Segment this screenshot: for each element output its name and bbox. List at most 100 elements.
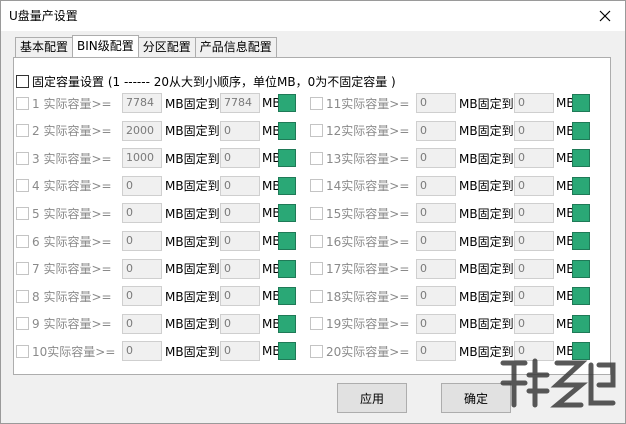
row-checkbox[interactable]	[310, 234, 323, 248]
actual-capacity-input[interactable]: 0	[122, 341, 162, 362]
row-checkbox[interactable]	[16, 124, 29, 138]
fixed-capacity-input[interactable]: 0	[220, 231, 260, 251]
unit-label: MB	[556, 96, 575, 110]
color-swatch[interactable]	[572, 121, 590, 140]
row-checkbox[interactable]	[16, 344, 29, 358]
color-swatch[interactable]	[278, 94, 296, 112]
row-checkbox[interactable]	[16, 262, 29, 276]
fixed-capacity-checkbox[interactable]	[16, 75, 29, 88]
row-checkbox[interactable]	[310, 289, 323, 303]
fixed-capacity-input[interactable]: 0	[220, 120, 260, 141]
row-checkbox[interactable]	[310, 151, 323, 165]
row-checkbox[interactable]	[310, 344, 323, 358]
fixed-capacity-input[interactable]: 0	[514, 148, 554, 169]
capacity-row: 13实际容量>= 0 MB固定到 0 MB	[310, 147, 590, 169]
tab-basic[interactable]: 基本配置	[15, 37, 74, 57]
fixed-capacity-input[interactable]: 0	[220, 203, 260, 224]
color-swatch[interactable]	[278, 232, 296, 250]
fixed-capacity-input[interactable]: 0	[514, 203, 554, 224]
row-checkbox[interactable]	[310, 262, 323, 276]
row-checkbox[interactable]	[16, 151, 29, 165]
actual-capacity-input[interactable]: 0	[416, 203, 456, 224]
unit-label: MB	[262, 289, 281, 304]
fixed-capacity-input[interactable]: 0	[514, 175, 554, 196]
actual-capacity-input[interactable]: 0	[416, 148, 456, 169]
row-checkbox[interactable]	[310, 124, 323, 138]
tab-product-info[interactable]: 产品信息配置	[194, 37, 277, 57]
fixed-capacity-input[interactable]: 0	[220, 341, 260, 362]
color-swatch[interactable]	[278, 314, 296, 333]
tab-bin[interactable]: BIN级配置	[72, 35, 139, 57]
fixed-capacity-input[interactable]: 0	[514, 286, 554, 307]
capacity-row: 10实际容量>= 0 MB固定到 0 MB	[16, 340, 296, 362]
color-swatch[interactable]	[572, 259, 590, 278]
fixed-capacity-input[interactable]: 0	[514, 313, 554, 334]
actual-capacity-input[interactable]: 7784	[122, 93, 162, 113]
fixed-capacity-input[interactable]: 0	[514, 258, 554, 279]
unit-label: MB	[262, 96, 281, 110]
color-swatch[interactable]	[278, 259, 296, 278]
color-swatch[interactable]	[572, 314, 590, 333]
color-swatch[interactable]	[572, 149, 590, 168]
row-checkbox[interactable]	[310, 96, 323, 110]
row-checkbox[interactable]	[16, 96, 29, 110]
color-swatch[interactable]	[572, 176, 590, 195]
actual-capacity-input[interactable]: 0	[416, 93, 456, 113]
row-label: 4 实际容量>=	[32, 179, 112, 194]
fixed-to-label: MB固定到	[459, 262, 514, 277]
row-label: 6 实际容量>=	[32, 234, 112, 249]
actual-capacity-input[interactable]: 0	[416, 286, 456, 307]
color-swatch[interactable]	[278, 287, 296, 306]
row-checkbox[interactable]	[310, 317, 323, 331]
color-swatch[interactable]	[278, 204, 296, 223]
row-checkbox[interactable]	[16, 206, 29, 220]
actual-capacity-input[interactable]: 0	[416, 341, 456, 362]
fixed-to-label: MB固定到	[459, 234, 514, 249]
actual-capacity-input[interactable]: 0	[416, 120, 456, 141]
fixed-capacity-input[interactable]: 0	[514, 93, 554, 113]
color-swatch[interactable]	[572, 94, 590, 112]
row-checkbox[interactable]	[16, 317, 29, 331]
capacity-row: 9 实际容量>= 0 MB固定到 0 MB	[16, 313, 296, 335]
tab-partition[interactable]: 分区配置	[137, 37, 196, 57]
row-checkbox[interactable]	[310, 179, 323, 193]
title-bar: U盘量产设置	[1, 1, 625, 31]
fixed-capacity-input[interactable]: 0	[220, 286, 260, 307]
row-checkbox[interactable]	[16, 289, 29, 303]
color-swatch[interactable]	[572, 232, 590, 250]
actual-capacity-input[interactable]: 0	[122, 286, 162, 307]
actual-capacity-input[interactable]: 0	[416, 231, 456, 251]
fixed-capacity-input[interactable]: 0	[514, 120, 554, 141]
row-checkbox[interactable]	[16, 234, 29, 248]
color-swatch[interactable]	[572, 204, 590, 223]
row-label: 17实际容量>=	[326, 262, 410, 277]
unit-label: MB	[556, 261, 575, 276]
color-swatch[interactable]	[572, 287, 590, 306]
actual-capacity-input[interactable]: 0	[416, 313, 456, 334]
row-checkbox[interactable]	[16, 179, 29, 193]
color-swatch[interactable]	[278, 149, 296, 168]
actual-capacity-input[interactable]: 0	[122, 175, 162, 196]
row-checkbox[interactable]	[310, 206, 323, 220]
fixed-capacity-input[interactable]: 0	[220, 313, 260, 334]
fixed-capacity-input[interactable]: 0	[220, 148, 260, 169]
apply-button[interactable]: 应用	[337, 383, 407, 413]
actual-capacity-input[interactable]: 0	[416, 258, 456, 279]
actual-capacity-input[interactable]: 0	[122, 258, 162, 279]
actual-capacity-input[interactable]: 0	[416, 175, 456, 196]
fixed-capacity-input[interactable]: 0	[220, 175, 260, 196]
fixed-capacity-input[interactable]: 0	[220, 258, 260, 279]
actual-capacity-input[interactable]: 1000	[122, 148, 162, 169]
actual-capacity-input[interactable]: 0	[122, 231, 162, 251]
capacity-row: 11实际容量>= 0 MB固定到 0 MB	[310, 92, 590, 114]
color-swatch[interactable]	[278, 342, 296, 361]
actual-capacity-input[interactable]: 0	[122, 203, 162, 224]
color-swatch[interactable]	[278, 176, 296, 195]
actual-capacity-input[interactable]: 0	[122, 313, 162, 334]
actual-capacity-input[interactable]: 2000	[122, 120, 162, 141]
row-label: 20实际容量>=	[326, 344, 410, 359]
close-button[interactable]	[585, 1, 625, 31]
color-swatch[interactable]	[278, 121, 296, 140]
fixed-capacity-input[interactable]: 0	[514, 231, 554, 251]
fixed-capacity-input[interactable]: 7784	[220, 93, 260, 113]
